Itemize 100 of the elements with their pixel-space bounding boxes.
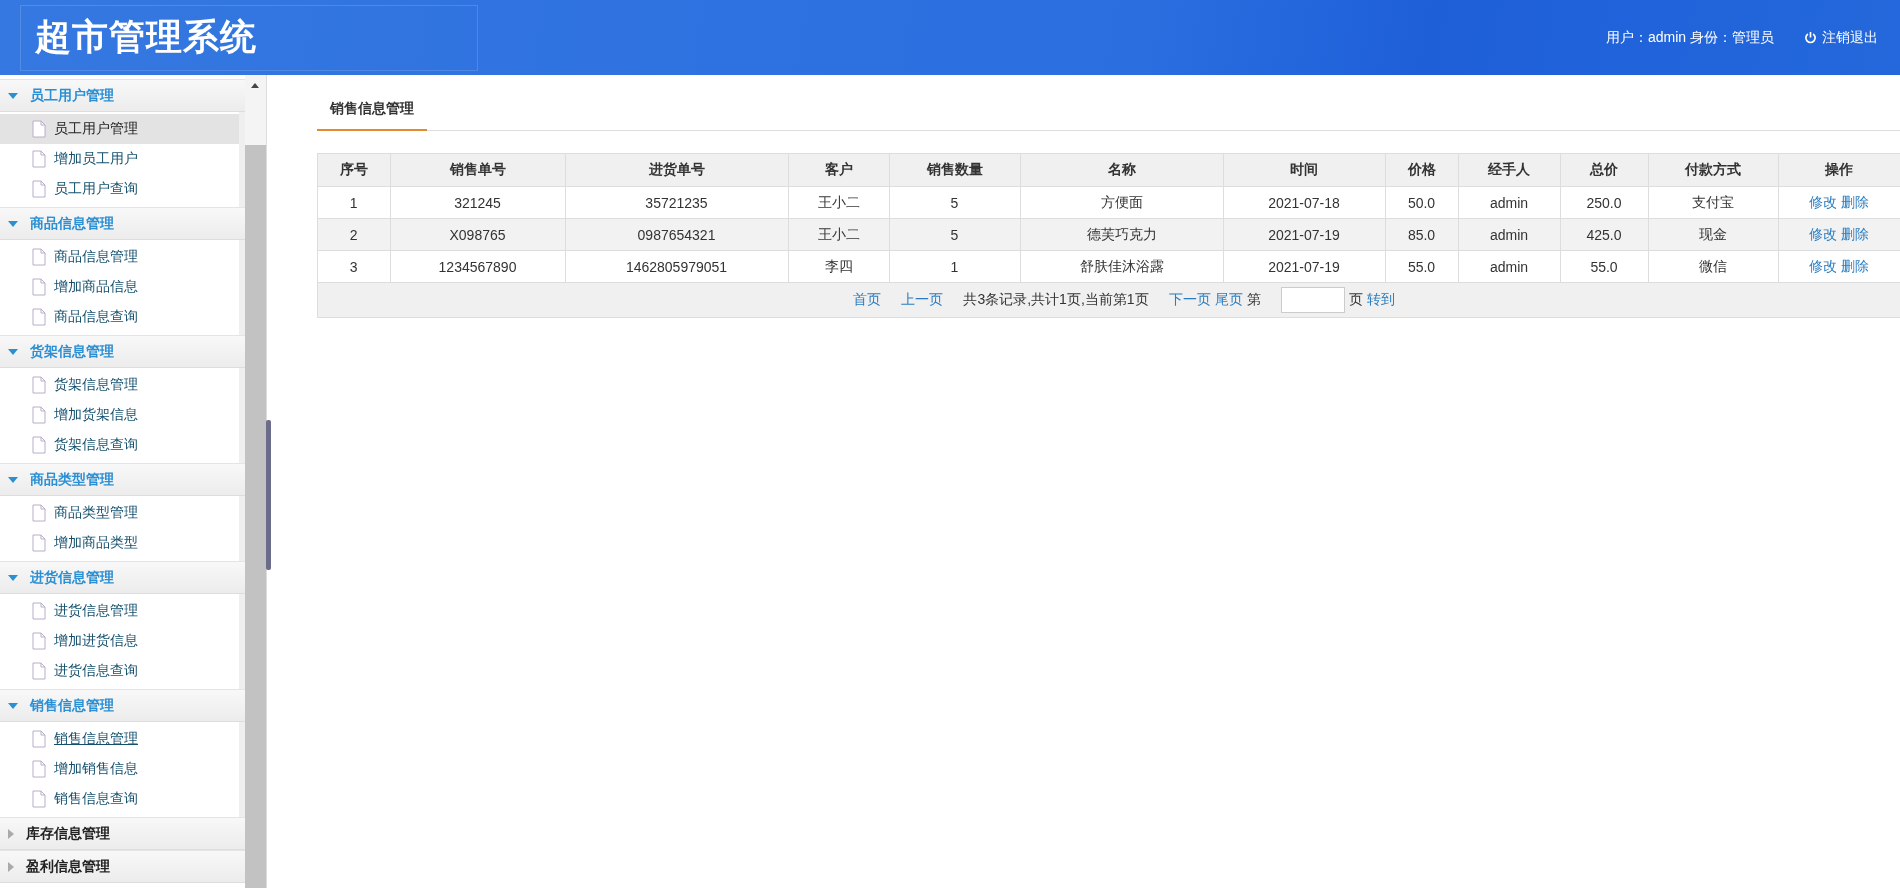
table-cell: 425.0: [1560, 218, 1648, 251]
action-link[interactable]: 删除: [1841, 257, 1870, 274]
menu-item[interactable]: 增加进货信息: [0, 626, 239, 656]
menu-item[interactable]: 商品类型管理: [0, 498, 239, 528]
column-header: 销售数量: [889, 153, 1020, 187]
action-link[interactable]: 修改: [1809, 225, 1838, 242]
table-cell: 2021-07-18: [1223, 186, 1385, 219]
menu-item[interactable]: 增加员工用户: [0, 144, 239, 174]
caret-right-icon: [8, 828, 14, 839]
page-label: 第: [1246, 291, 1261, 309]
column-header: 时间: [1223, 153, 1385, 187]
menu-item[interactable]: 进货信息查询: [0, 656, 239, 686]
menu-item[interactable]: 货架信息查询: [0, 430, 239, 460]
column-header: 名称: [1020, 153, 1223, 187]
menu-item[interactable]: 销售信息查询: [0, 784, 239, 814]
menu-item[interactable]: 增加商品类型: [0, 528, 239, 558]
next-page-link[interactable]: 下一页: [1168, 291, 1211, 309]
table-cell: 舒肤佳沐浴露: [1020, 250, 1223, 283]
splitter-handle[interactable]: [266, 420, 271, 570]
document-icon: [32, 790, 46, 808]
caret-right-icon: [8, 861, 14, 872]
table-cell: 35721235: [565, 186, 788, 219]
menu-group-header[interactable]: 盈利信息管理: [0, 850, 245, 883]
column-header: 客户: [788, 153, 889, 187]
table-cell: admin: [1458, 250, 1560, 283]
scrollbar-thumb[interactable]: [245, 75, 266, 145]
document-icon: [32, 602, 46, 620]
caret-down-icon: [8, 574, 18, 581]
table-cell: 2: [318, 218, 390, 251]
app-title: 超市管理系统: [35, 15, 257, 59]
table-cell: 250.0: [1560, 186, 1648, 219]
column-header: 付款方式: [1648, 153, 1778, 187]
menu-group-header[interactable]: 库存信息管理: [0, 817, 245, 850]
document-icon: [32, 120, 46, 138]
document-icon: [32, 278, 46, 296]
menu-item[interactable]: 增加销售信息: [0, 754, 239, 784]
table-cell: 55.0: [1560, 250, 1648, 283]
document-icon: [32, 760, 46, 778]
document-icon: [32, 406, 46, 424]
go-link[interactable]: 转到: [1366, 291, 1395, 309]
menu-item[interactable]: 销售信息管理: [0, 724, 239, 754]
column-header: 序号: [318, 153, 390, 187]
table-cell: admin: [1458, 218, 1560, 251]
document-icon: [32, 308, 46, 326]
last-page-link[interactable]: 尾页: [1214, 291, 1243, 309]
table-cell: 2021-07-19: [1223, 250, 1385, 283]
table-cell: 2021-07-19: [1223, 218, 1385, 251]
table-cell: 李四: [788, 250, 889, 283]
table-cell: 3: [318, 250, 390, 283]
document-icon: [32, 504, 46, 522]
column-header: 操作: [1778, 153, 1900, 187]
menu-item[interactable]: 货架信息管理: [0, 370, 239, 400]
page-input-field[interactable]: [1280, 287, 1345, 313]
menu-item[interactable]: 员工用户查询: [0, 174, 239, 204]
table-cell: 321245: [390, 186, 565, 219]
document-icon: [32, 534, 46, 552]
menu-item[interactable]: 增加商品信息: [0, 272, 239, 302]
table-cell: 1: [889, 250, 1020, 283]
column-header: 进货单号: [565, 153, 788, 187]
menu-item[interactable]: 商品信息管理: [0, 242, 239, 272]
menu-item[interactable]: 进货信息管理: [0, 596, 239, 626]
table-cell: admin: [1458, 186, 1560, 219]
table-cell: 5: [889, 186, 1020, 219]
table-cell: 德芙巧克力: [1020, 218, 1223, 251]
document-icon: [32, 248, 46, 266]
caret-down-icon: [8, 476, 18, 483]
table-cell: 支付宝: [1648, 186, 1778, 219]
document-icon: [32, 730, 46, 748]
menu-item[interactable]: 商品信息查询: [0, 302, 239, 332]
tab[interactable]: 销售信息管理: [317, 95, 427, 131]
table-cell: 1462805979051: [565, 250, 788, 283]
caret-down-icon: [8, 220, 18, 227]
table-cell: 85.0: [1385, 218, 1458, 251]
scroll-up-icon[interactable]: [251, 83, 259, 88]
menu-item[interactable]: 员工用户管理: [0, 114, 239, 144]
column-header: 价格: [1385, 153, 1458, 187]
table-cell: 1: [318, 186, 390, 219]
table-cell: 50.0: [1385, 186, 1458, 219]
action-link[interactable]: 修改: [1809, 193, 1838, 210]
document-icon: [32, 180, 46, 198]
action-link[interactable]: 删除: [1841, 193, 1870, 210]
action-link[interactable]: 删除: [1841, 225, 1870, 242]
table-cell: 现金: [1648, 218, 1778, 251]
table-cell: 1234567890: [390, 250, 565, 283]
document-icon: [32, 662, 46, 680]
column-header: 销售单号: [390, 153, 565, 187]
document-icon: [32, 632, 46, 650]
table-cell: 微信: [1648, 250, 1778, 283]
table-cell: 王小二: [788, 186, 889, 219]
action-link[interactable]: 修改: [1809, 257, 1838, 274]
document-icon: [32, 150, 46, 168]
caret-down-icon: [8, 702, 18, 709]
first-page-link[interactable]: 首页: [853, 291, 882, 309]
logout-link[interactable]: 注销退出: [1804, 28, 1878, 47]
prev-page-link[interactable]: 上一页: [901, 291, 944, 309]
scrollbar[interactable]: [245, 75, 266, 888]
caret-down-icon: [8, 348, 18, 355]
document-icon: [32, 376, 46, 394]
menu-item[interactable]: 增加货架信息: [0, 400, 239, 430]
table-cell: 方便面: [1020, 186, 1223, 219]
